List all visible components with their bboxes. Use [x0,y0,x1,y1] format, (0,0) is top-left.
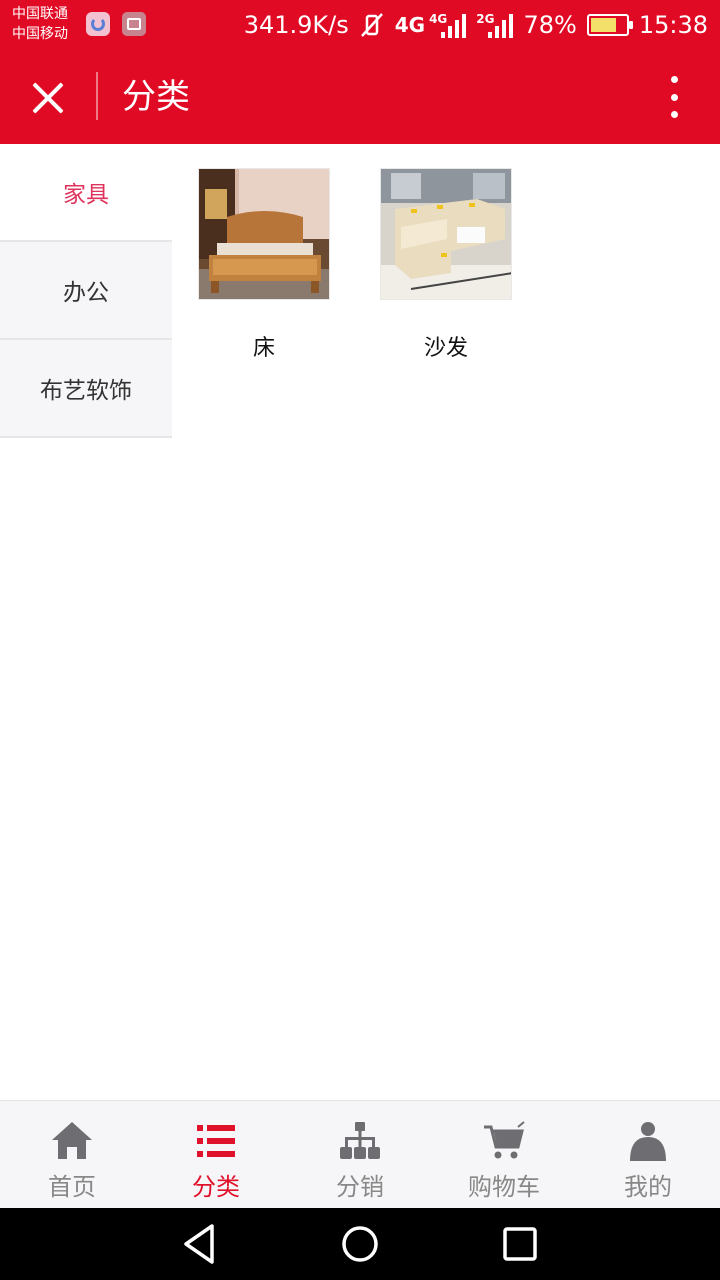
close-icon[interactable] [26,76,70,120]
tab-distribution[interactable]: 分销 [288,1101,432,1209]
home-nav-icon[interactable] [338,1222,382,1266]
signal-icon-1 [441,12,467,38]
network-type-1: 4G [394,13,426,37]
product-grid: 床 沙发 [172,144,720,1100]
status-bar: 中国联通 中国移动 341.9K/s 4G 4G 2G 78% 15:38 [0,0,720,50]
back-icon[interactable] [178,1222,222,1266]
sofa-image[interactable] [380,168,512,300]
tab-cart[interactable]: 购物车 [432,1101,576,1209]
tab-home[interactable]: 首页 [0,1101,144,1209]
sidebar-item-label: 家具 [63,182,109,208]
page-title: 分类 [122,77,190,117]
more-vertical-icon[interactable] [664,76,684,118]
carrier-info: 中国联通 中国移动 [12,4,68,44]
sidebar-item-label: 办公 [63,280,109,306]
user-icon [630,1122,666,1161]
title-divider [96,72,98,120]
org-chart-icon [340,1122,380,1159]
carrier-1: 中国联通 [12,6,68,22]
bottom-tab-bar: 首页 分类 分销 购物车 我的 [0,1100,720,1208]
signal-icon-2 [488,12,514,38]
status-indicators: 341.9K/s 4G 4G 2G 78% 15:38 [244,8,708,42]
recents-icon[interactable] [498,1222,542,1266]
tab-label: 首页 [48,1173,96,1201]
browser-app-icon [86,12,110,36]
vibrate-off-icon [360,13,383,37]
bed-image[interactable] [198,168,330,300]
tab-mine[interactable]: 我的 [576,1101,720,1209]
net-speed: 341.9K/s [243,11,349,39]
sidebar-item-office[interactable]: 办公 [0,242,172,340]
tab-label: 分销 [336,1173,384,1201]
product-card-bed[interactable]: 床 [198,168,330,362]
tab-label: 我的 [624,1173,672,1201]
battery-percent: 78% [523,11,577,39]
battery-icon [586,14,633,36]
clock: 15:38 [638,11,708,39]
tab-category[interactable]: 分类 [144,1101,288,1209]
tab-label: 分类 [192,1173,240,1201]
tab-label: 购物车 [468,1173,540,1201]
gallery-app-icon [122,12,146,36]
sidebar-item-label: 布艺软饰 [40,378,132,404]
product-name: 沙发 [423,336,468,361]
product-card-sofa[interactable]: 沙发 [380,168,512,362]
title-bar: 分类 [0,50,720,144]
system-nav-bar [0,1208,720,1280]
carrier-2: 中国移动 [12,26,68,42]
category-sidebar: 家具 办公 布艺软饰 [0,144,172,438]
list-icon [197,1125,235,1157]
home-icon [52,1122,92,1159]
product-name: 床 [252,336,275,361]
cart-icon [484,1121,525,1159]
sidebar-item-soft-decor[interactable]: 布艺软饰 [0,340,172,438]
sidebar-item-furniture[interactable]: 家具 [0,144,172,242]
